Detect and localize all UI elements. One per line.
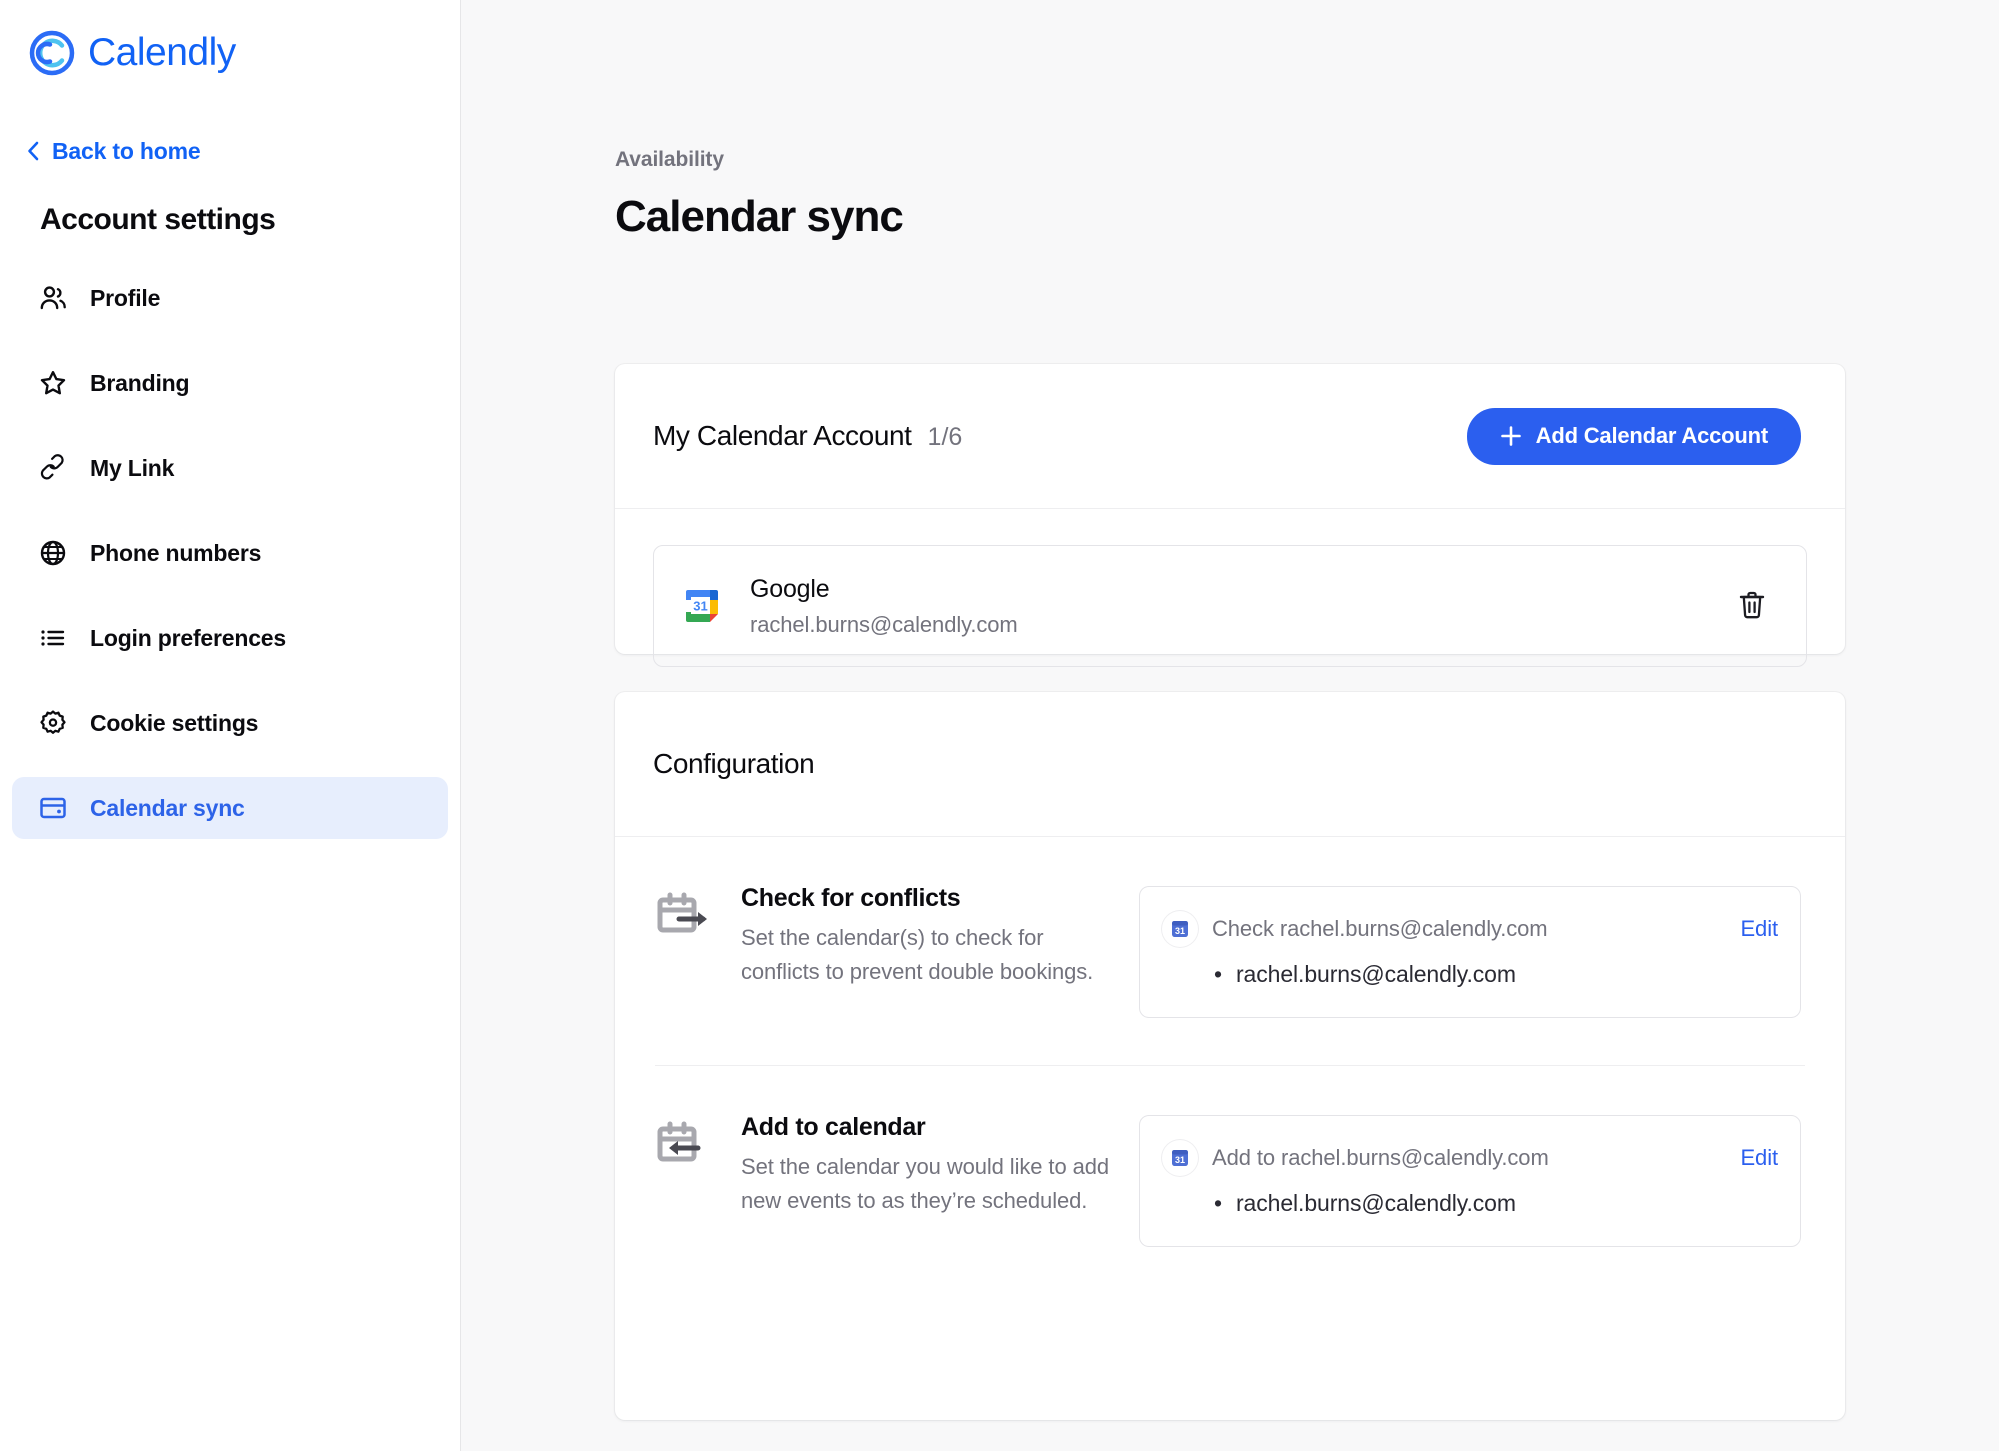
calendar-accounts-card: My Calendar Account 1/6 Add Calendar Acc… <box>615 364 1845 667</box>
sidebar-item-label: Cookie settings <box>90 709 259 736</box>
svg-text:31: 31 <box>693 599 707 614</box>
sidebar-item-label: Login preferences <box>90 624 286 651</box>
google-calendar-badge-icon: 31 <box>1162 911 1198 947</box>
sidebar-item-label: Profile <box>90 284 161 311</box>
google-calendar-icon: 31 <box>680 584 724 628</box>
sidebar-item-calendar-sync[interactable]: Calendar sync <box>12 777 448 839</box>
config-panel-add-to-calendar: 31 Add to rachel.burns@calendly.com Edit… <box>1139 1115 1801 1247</box>
list-item: rachel.burns@calendly.com <box>1214 957 1778 991</box>
users-icon <box>38 283 68 313</box>
calendar-arrow-in-icon <box>655 1117 713 1175</box>
list-icon <box>38 623 68 653</box>
page-title: Calendar sync <box>615 192 904 241</box>
sidebar-item-label: Branding <box>90 369 190 396</box>
config-panel-label: Check rachel.burns@calendly.com <box>1212 916 1548 941</box>
calendar-account-email: rachel.burns@calendly.com <box>750 611 1018 637</box>
sidebar-item-profile[interactable]: Profile <box>12 267 448 329</box>
svg-text:31: 31 <box>1175 1155 1185 1165</box>
config-row-check-for-conflicts: Check for conflicts Set the calendar(s) … <box>615 837 1845 1065</box>
sidebar-item-phone-numbers[interactable]: Phone numbers <box>12 522 448 584</box>
edit-check-for-conflicts-link[interactable]: Edit <box>1740 916 1778 942</box>
config-panel-calendar-list: rachel.burns@calendly.com <box>1214 957 1778 991</box>
config-panel-label: Add to rachel.burns@calendly.com <box>1212 1145 1549 1170</box>
calendar-account-provider: Google <box>750 574 830 603</box>
back-to-home-link[interactable]: Back to home <box>0 134 460 168</box>
config-description: Set the calendar(s) to check for conflic… <box>741 925 1094 984</box>
gear-icon <box>38 708 68 738</box>
plus-icon <box>1500 425 1522 447</box>
calendar-accounts-title: My Calendar Account <box>653 420 912 451</box>
sidebar-item-cookie-settings[interactable]: Cookie settings <box>12 692 448 754</box>
globe-icon <box>38 538 68 568</box>
brand-logo[interactable]: Calendly <box>0 0 460 86</box>
google-calendar-badge-icon: 31 <box>1162 1140 1198 1176</box>
link-icon <box>38 453 68 483</box>
config-panel-calendar-list: rachel.burns@calendly.com <box>1214 1186 1778 1220</box>
main-content: Availability Calendar sync My Calendar A… <box>461 0 1999 1451</box>
calendar-card-icon <box>38 793 68 823</box>
config-text-check-for-conflicts: Check for conflicts Set the calendar(s) … <box>741 884 1121 989</box>
svg-text:31: 31 <box>1175 926 1185 936</box>
sidebar-item-branding[interactable]: Branding <box>12 352 448 414</box>
chevron-left-icon <box>26 140 40 162</box>
sidebar-item-label: Calendar sync <box>90 794 245 821</box>
configuration-card: Configuration Check for conflicts Set th… <box>615 692 1845 1420</box>
brand-name: Calendly <box>88 31 236 74</box>
config-panel-check-for-conflicts: 31 Check rachel.burns@calendly.com Edit … <box>1139 886 1801 1018</box>
config-text-add-to-calendar: Add to calendar Set the calendar you wou… <box>741 1113 1121 1218</box>
config-description: Set the calendar you would like to add n… <box>741 1154 1109 1213</box>
add-calendar-account-button[interactable]: Add Calendar Account <box>1466 407 1801 465</box>
back-to-home-label: Back to home <box>52 137 201 164</box>
sidebar-item-label: My Link <box>90 454 175 481</box>
sidebar-nav: Profile Branding My Link Phone numbers L… <box>0 267 460 839</box>
config-title: Add to calendar <box>741 1113 926 1141</box>
config-row-add-to-calendar: Add to calendar Set the calendar you wou… <box>615 1066 1845 1294</box>
calendar-account-row[interactable]: 31 Google rachel.burns@calendly.com <box>653 545 1807 667</box>
sidebar-item-login-preferences[interactable]: Login preferences <box>12 607 448 669</box>
calendar-arrow-out-icon <box>655 888 713 946</box>
config-panel-header: 31 Add to rachel.burns@calendly.com Edit <box>1162 1140 1778 1176</box>
delete-calendar-account-button[interactable] <box>1732 586 1772 626</box>
add-calendar-account-label: Add Calendar Account <box>1535 423 1769 448</box>
config-title: Check for conflicts <box>741 884 961 912</box>
sidebar-title: Account settings <box>40 203 276 236</box>
calendar-accounts-card-header: My Calendar Account 1/6 Add Calendar Acc… <box>615 364 1845 509</box>
configuration-title: Configuration <box>653 748 815 779</box>
calendar-accounts-title-group: My Calendar Account 1/6 <box>653 420 962 452</box>
calendar-accounts-count: 1/6 <box>927 423 963 451</box>
trash-icon <box>1737 589 1767 624</box>
sidebar: Calendly Back to home Account settings P… <box>0 0 461 1451</box>
calendly-logo-icon <box>28 29 76 77</box>
config-panel-header: 31 Check rachel.burns@calendly.com Edit <box>1162 911 1778 947</box>
list-item: rachel.burns@calendly.com <box>1214 1186 1778 1220</box>
calendar-account-texts: Google rachel.burns@calendly.com <box>750 575 1732 638</box>
sidebar-item-label: Phone numbers <box>90 539 262 566</box>
sidebar-item-my-link[interactable]: My Link <box>12 437 448 499</box>
breadcrumb: Availability <box>615 148 724 171</box>
star-icon <box>38 368 68 398</box>
app-root: Calendly Back to home Account settings P… <box>0 0 1999 1451</box>
configuration-card-header: Configuration <box>615 692 1845 837</box>
edit-add-to-calendar-link[interactable]: Edit <box>1740 1145 1778 1171</box>
